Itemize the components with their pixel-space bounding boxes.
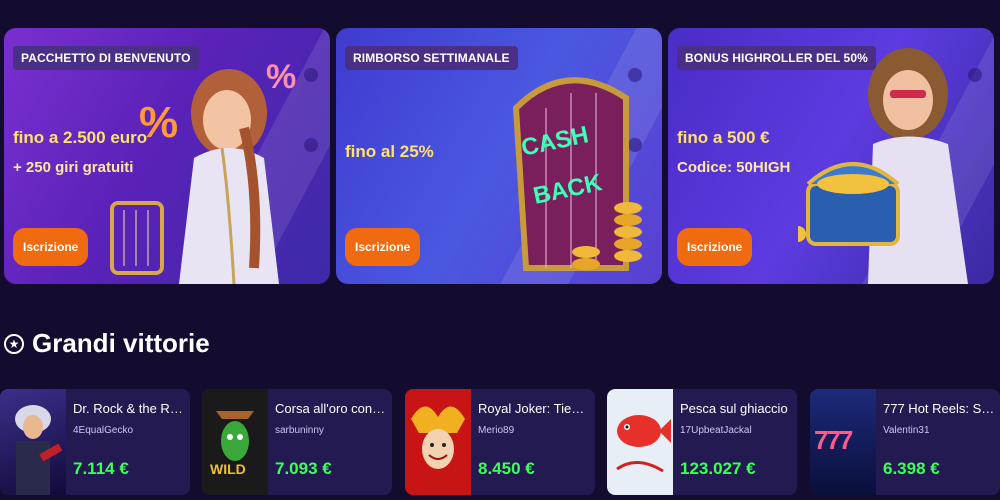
win-amount: 123.027 € (680, 459, 756, 478)
joker-icon (411, 406, 465, 469)
game-thumbnail[interactable]: WILD (202, 389, 268, 495)
thumbnail-label: WILD (210, 461, 246, 477)
promo-title: fino al 25% (345, 142, 434, 161)
promo-title: fino a 2.500 euro (13, 128, 148, 147)
win-amount: 7.114 € (73, 459, 129, 478)
game-thumbnail[interactable] (607, 389, 673, 495)
queen-illustration (798, 48, 968, 284)
signup-button[interactable]: Iscrizione (345, 228, 421, 266)
win-card[interactable]: 777 777 Hot Reels: Supe... Valentin31 6.… (810, 389, 1000, 495)
game-thumbnail[interactable] (405, 389, 471, 495)
promo-badge: PACCHETTO DI BENVENUTO (13, 46, 199, 70)
game-thumbnail[interactable]: 777 (810, 389, 876, 495)
percent-icon: % (266, 58, 297, 96)
promo-subtitle: + 250 giri gratuiti (13, 159, 134, 176)
promo-card-highroller[interactable]: BONUS HIGHROLLER DEL 50% fino a 500 € Co… (668, 28, 994, 284)
winner-username: sarbuninny (275, 425, 324, 436)
game-thumbnail[interactable] (0, 389, 66, 495)
win-amount: 8.450 € (478, 459, 535, 478)
win-card[interactable]: Dr. Rock & the Riff R... 4EqualGecko 7.1… (0, 389, 190, 495)
win-card[interactable]: WILD Corsa all'oro con Jo... sarbuninny … (202, 389, 392, 495)
cactus-icon (216, 411, 254, 461)
promo-badge: BONUS HIGHROLLER DEL 50% (677, 46, 876, 70)
harp-illustration (512, 77, 642, 271)
winner-username: Merio89 (478, 425, 515, 436)
winner-username: 17UpbeatJackal (680, 425, 752, 436)
section-title: Grandi vittorie (32, 328, 210, 358)
big-wins-header: ★ Grandi vittorie (4, 328, 210, 359)
game-name[interactable]: Royal Joker: Tieni d... (478, 401, 590, 416)
sevens-icon: 777 (814, 425, 853, 455)
win-card[interactable]: Royal Joker: Tieni d... Merio89 8.450 € (405, 389, 595, 495)
win-amount: 7.093 € (275, 459, 332, 478)
rocker-icon (15, 405, 63, 495)
game-name[interactable]: Pesca sul ghiaccio (680, 401, 792, 416)
signup-button[interactable]: Iscrizione (13, 228, 89, 266)
star-icon: ★ (4, 333, 24, 354)
signup-button[interactable]: Iscrizione (677, 228, 753, 266)
big-wins-list: Dr. Rock & the Riff R... 4EqualGecko 7.1… (0, 389, 1000, 495)
promo-title: fino a 500 € (677, 128, 770, 147)
promo-subtitle: Codice: 50HIGH (677, 159, 791, 176)
promo-badge: RIMBORSO SETTIMANALE (345, 46, 518, 70)
game-name[interactable]: Corsa all'oro con Jo... (275, 401, 387, 416)
win-amount: 6.398 € (883, 459, 940, 478)
promo-card-welcome[interactable]: % % PACCHETTO DI BENVENUTO fino a 2.500 … (4, 28, 330, 284)
fish-icon (616, 415, 671, 473)
promo-carousel: % % PACCHETTO DI BENVENUTO fino a 2.500 … (4, 28, 996, 284)
win-card[interactable]: Pesca sul ghiaccio 17UpbeatJackal 123.02… (607, 389, 797, 495)
winner-username: Valentin31 (883, 425, 930, 436)
game-name[interactable]: Dr. Rock & the Riff R... (73, 401, 185, 416)
promo-card-cashback[interactable]: CASH BACK RIMBORSO SETTIMANALE fino al 2… (336, 28, 662, 284)
game-name[interactable]: 777 Hot Reels: Supe... (883, 401, 995, 416)
winner-username: 4EqualGecko (73, 425, 134, 436)
